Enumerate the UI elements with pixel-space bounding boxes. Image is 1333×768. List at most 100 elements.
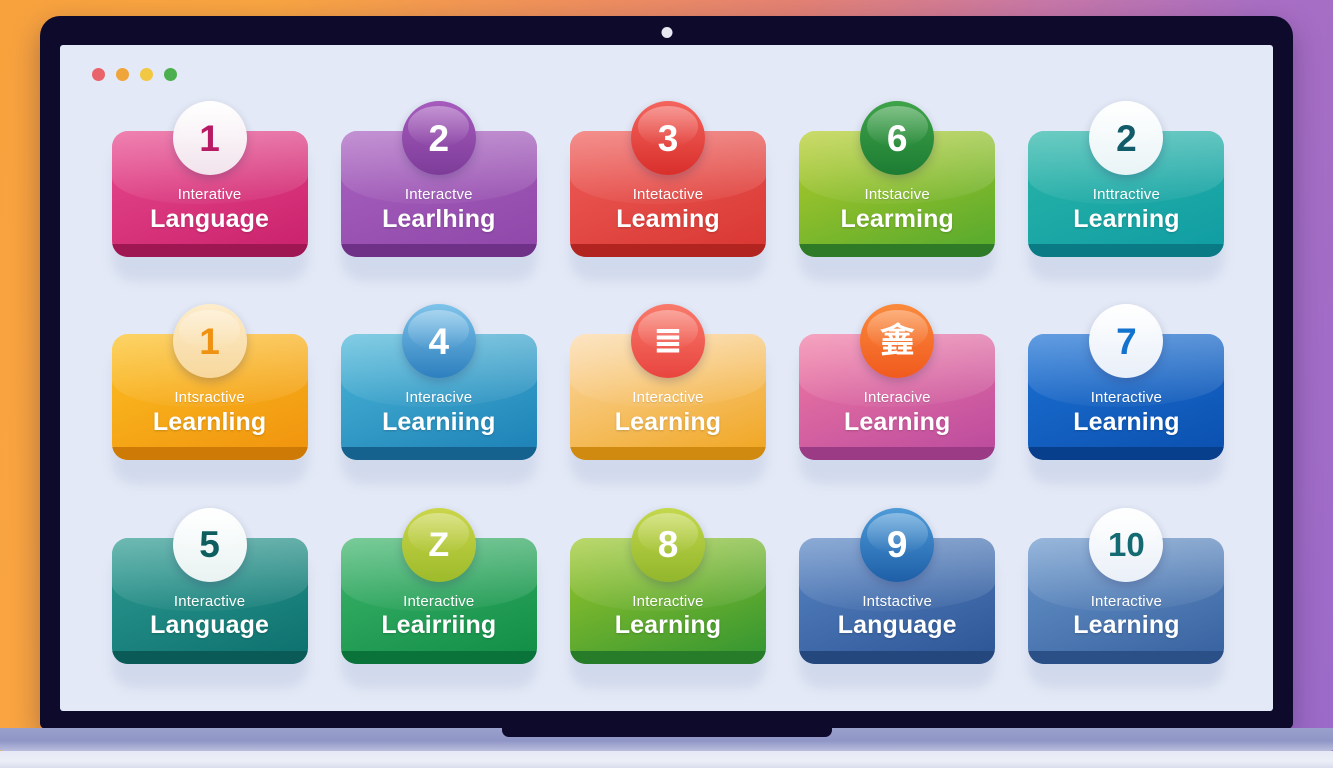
card-subtitle: Interacive xyxy=(863,389,931,407)
card-title: Leairriing xyxy=(381,611,497,640)
traffic-light-close[interactable] xyxy=(92,68,105,81)
badge-label: 1 xyxy=(199,320,220,362)
card-cell: Intetactive Leaming 3 xyxy=(566,101,769,294)
card-badge-number[interactable]: 10 xyxy=(1089,507,1164,582)
card-badge-glyph-icon[interactable]: 錱 xyxy=(860,304,935,379)
card-badge-number[interactable]: 7 xyxy=(1089,304,1164,379)
laptop-lid: Interative Language 1 Interactve Learlhing 2 I… xyxy=(40,16,1293,729)
card-badge-number[interactable]: 9 xyxy=(860,507,935,582)
badge-label: 3 xyxy=(657,117,679,159)
card-cell: Interactive Language 5 xyxy=(108,507,311,701)
card-cell: Interacive Learniing 4 xyxy=(337,304,540,497)
card-subtitle: Interactive xyxy=(173,592,246,610)
card-subtitle: Intsractive xyxy=(174,389,245,407)
card-cell: Inttractive Learning 2 xyxy=(1025,101,1228,294)
traffic-light-minimize[interactable] xyxy=(116,68,129,81)
card-cell: Interactive Learning 10 xyxy=(1025,507,1228,701)
card-bottom-lip xyxy=(1028,650,1225,664)
badge-label: 1 xyxy=(199,117,220,159)
card-bottom-lip xyxy=(799,447,996,461)
card-badge-number[interactable]: 3 xyxy=(630,101,705,175)
card-subtitle: Inttractive xyxy=(1092,186,1160,203)
card-title: Learnling xyxy=(152,407,267,436)
card-bottom-lip xyxy=(111,650,308,664)
card-badge-number[interactable]: 6 xyxy=(860,101,935,175)
laptop-base xyxy=(0,728,1333,751)
card-badge-number[interactable]: 2 xyxy=(1089,101,1164,175)
card-badge-number[interactable]: 8 xyxy=(630,507,705,582)
card-bottom-lip xyxy=(569,244,766,257)
page-backdrop: Interative Language 1 Interactve Learlhing 2 I… xyxy=(0,0,1333,768)
traffic-light-extra[interactable] xyxy=(164,68,177,81)
card-cell: Interative Language 1 xyxy=(108,101,311,294)
card-badge-number[interactable]: 5 xyxy=(172,507,247,582)
card-title: Learning xyxy=(614,407,722,436)
card-title: Language xyxy=(150,204,270,233)
card-badge-glyph-icon[interactable]: ≣ xyxy=(630,304,705,379)
card-bottom-lip xyxy=(799,244,996,257)
card-subtitle: Interactive xyxy=(1090,592,1163,610)
card-badge-glyph-icon[interactable]: Z xyxy=(401,507,476,582)
card-bottom-lip xyxy=(111,244,308,257)
badge-label: 10 xyxy=(1108,526,1145,564)
card-title: Learning xyxy=(1073,407,1180,436)
card-cell: Intstactive Language 9 xyxy=(796,507,999,701)
badge-label: 8 xyxy=(657,524,679,566)
badge-label: 5 xyxy=(199,524,220,566)
card-badge-number[interactable]: 1 xyxy=(172,304,247,379)
badge-label: Z xyxy=(428,525,450,564)
card-cell: Interactve Learlhing 2 xyxy=(337,101,540,294)
card-bottom-lip xyxy=(569,650,766,664)
window-traffic-lights[interactable] xyxy=(92,68,177,81)
card-title: Learning xyxy=(844,407,951,436)
card-bottom-lip xyxy=(1028,244,1225,257)
badge-label: 6 xyxy=(886,117,908,159)
card-bottom-lip xyxy=(569,447,766,461)
card-title: Leaming xyxy=(616,204,720,233)
card-badge-number[interactable]: 2 xyxy=(401,101,476,175)
card-subtitle: Interative xyxy=(177,186,242,203)
card-title: Learning xyxy=(1073,611,1180,640)
card-cell: Interactive Learning 8 xyxy=(566,507,769,701)
card-cell: Interactive Leairriing Z xyxy=(337,507,540,701)
card-grid: Interative Language 1 Interactve Learlhing 2 I… xyxy=(108,101,1228,701)
card-title: Learniing xyxy=(382,407,496,436)
webcam-icon xyxy=(661,27,672,38)
card-subtitle: Intstacive xyxy=(864,186,930,203)
card-subtitle: Interacive xyxy=(405,389,473,407)
card-subtitle: Intstactive xyxy=(862,592,933,610)
badge-label: 4 xyxy=(428,320,450,362)
card-title: Language xyxy=(150,611,270,640)
card-bottom-lip xyxy=(111,447,308,461)
card-subtitle: Interactive xyxy=(632,592,704,610)
card-title: Learning xyxy=(614,611,722,640)
badge-label: 7 xyxy=(1116,320,1137,362)
card-cell: Intstacive Learming 6 xyxy=(796,101,999,294)
badge-label: 2 xyxy=(1116,117,1137,159)
card-subtitle: Intetactive xyxy=(632,186,704,203)
card-badge-number[interactable]: 4 xyxy=(401,304,476,379)
card-subtitle: Interactive xyxy=(1090,389,1163,407)
card-title: Learning xyxy=(1073,204,1180,233)
laptop-device: Interative Language 1 Interactve Learlhing 2 I… xyxy=(0,16,1333,768)
card-subtitle: Interactive xyxy=(403,592,475,610)
laptop-base-notch xyxy=(501,728,832,737)
card-bottom-lip xyxy=(799,650,996,664)
card-cell: Interactive Learning 7 xyxy=(1025,304,1228,497)
badge-label: 2 xyxy=(428,117,450,159)
screen: Interative Language 1 Interactve Learlhing 2 I… xyxy=(60,45,1273,711)
traffic-light-maximize[interactable] xyxy=(140,68,153,81)
card-badge-number[interactable]: 1 xyxy=(172,101,247,175)
badge-label: 錱 xyxy=(880,322,915,361)
card-subtitle: Interactve xyxy=(404,186,473,203)
card-bottom-lip xyxy=(1028,447,1225,461)
laptop-foot xyxy=(0,751,1333,768)
card-subtitle: Interactive xyxy=(632,389,704,407)
card-bottom-lip xyxy=(340,650,537,664)
card-bottom-lip xyxy=(340,447,537,461)
card-cell: Interactive Learning ≣ xyxy=(566,304,769,497)
card-cell: Interacive Learning 錱 xyxy=(796,304,999,497)
card-title: Learlhing xyxy=(382,204,496,233)
card-bottom-lip xyxy=(340,244,537,257)
card-cell: Intsractive Learnling 1 xyxy=(108,304,311,497)
